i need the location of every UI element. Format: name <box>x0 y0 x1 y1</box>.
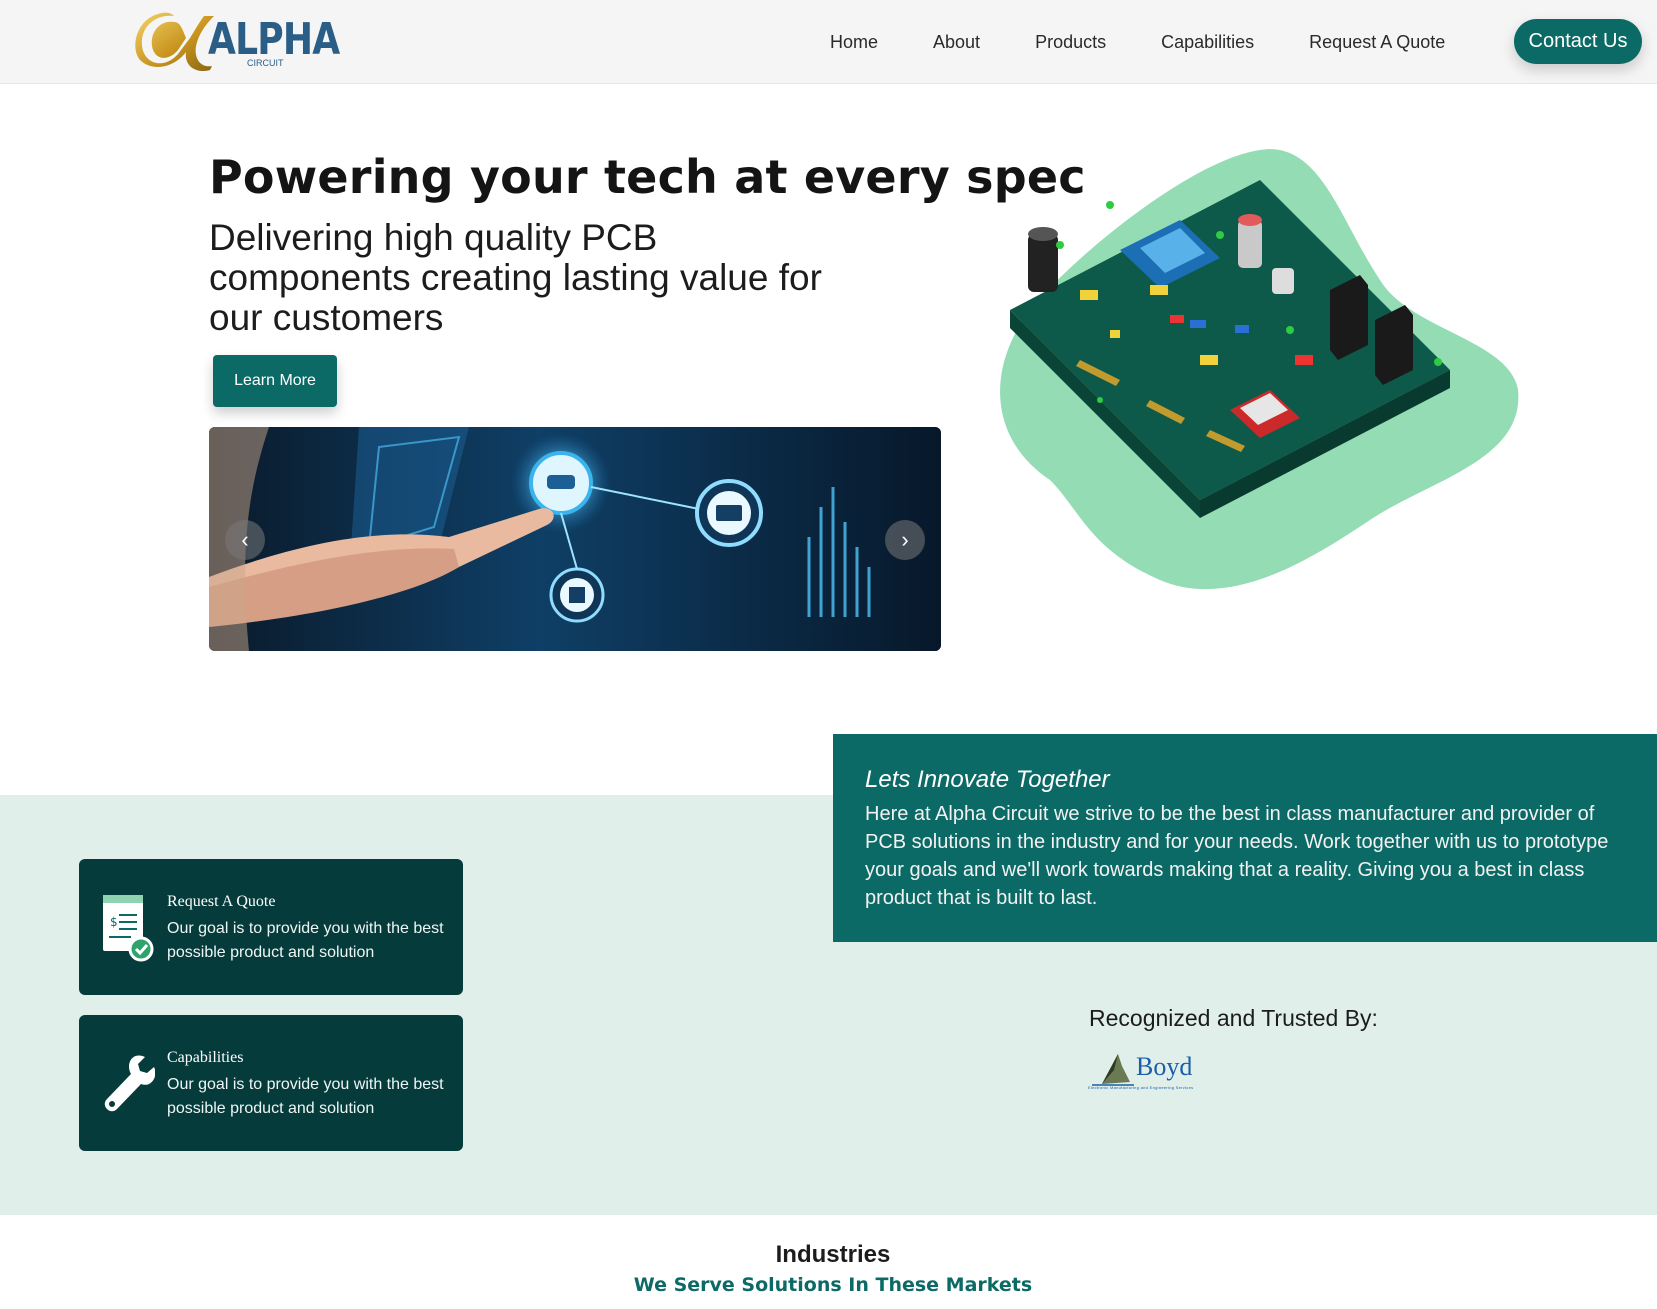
industries-subtitle: We Serve Solutions In These Markets <box>633 1274 1033 1296</box>
nav-products[interactable]: Products <box>1035 32 1106 53</box>
brand-sub: CIRCUIT <box>247 58 284 68</box>
hero-carousel[interactable]: ‹ › <box>209 427 941 651</box>
innovate-title: Lets Innovate Together <box>865 766 1110 793</box>
quote-document-icon: $ <box>103 895 154 962</box>
boyd-mark-icon <box>1092 1054 1134 1086</box>
carousel-image <box>209 427 941 651</box>
main-nav: Home About Products Capabilities Request… <box>830 0 1500 84</box>
partner-tagline: Electronic Manufacturing and Engineering… <box>1088 1085 1194 1090</box>
nav-capabilities[interactable]: Capabilities <box>1161 32 1254 53</box>
request-quote-card[interactable]: $ Request A Quote Our goal is to provide… <box>79 859 463 995</box>
pcb-illustration <box>1000 149 1519 590</box>
chevron-right-icon: › <box>901 527 909 552</box>
capabilities-card[interactable]: Capabilities Our goal is to provide you … <box>79 1015 463 1151</box>
wrench-icon <box>104 1055 155 1112</box>
chevron-left-icon: ‹ <box>241 527 249 552</box>
page: ALPHA CIRCUIT Home About Products Capabi… <box>0 0 1657 1309</box>
hero-title: Powering your tech at every spec <box>209 150 1086 204</box>
card-title: Capabilities <box>167 1049 244 1066</box>
brand-logo[interactable]: ALPHA CIRCUIT <box>134 10 340 72</box>
nav-home[interactable]: Home <box>830 32 878 53</box>
carousel-next-button[interactable]: › <box>885 520 925 560</box>
svg-text:$: $ <box>110 915 118 929</box>
hero-subtitle: Delivering high quality PCB components c… <box>209 217 822 338</box>
navbar: ALPHA CIRCUIT Home About Products Capabi… <box>0 0 1657 84</box>
card-text: Our goal is to provide you with the best… <box>167 1076 444 1117</box>
innovate-text: Here at Alpha Circuit we strive to be th… <box>865 803 1609 909</box>
card-text: Our goal is to provide you with the best… <box>167 920 444 961</box>
industries-title: Industries <box>775 1241 891 1268</box>
boyd-logo[interactable]: Boyd Electronic Manufacturing and Engine… <box>1088 1052 1238 1092</box>
card-title: Request A Quote <box>167 893 276 910</box>
carousel-prev-button[interactable]: ‹ <box>225 520 265 560</box>
nav-request-quote[interactable]: Request A Quote <box>1309 32 1445 53</box>
partner-name: Boyd <box>1136 1052 1193 1081</box>
contact-us-button[interactable]: Contact Us <box>1514 19 1642 64</box>
nav-about[interactable]: About <box>933 32 980 53</box>
innovate-panel: Lets Innovate Together Here at Alpha Cir… <box>833 734 1657 942</box>
learn-more-button[interactable]: Learn More <box>213 355 337 407</box>
trusted-heading: Recognized and Trusted By: <box>1089 1005 1378 1031</box>
